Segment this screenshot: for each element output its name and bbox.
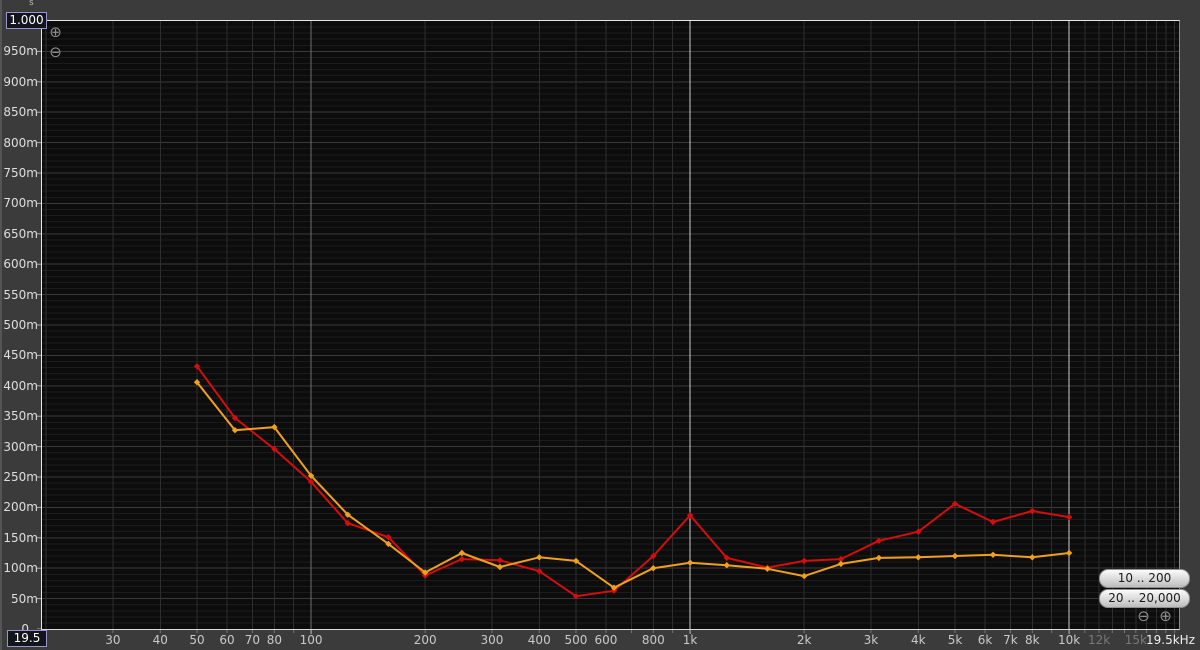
x-tick-label: 70 (245, 633, 260, 647)
x-tick-label: 6k (978, 633, 993, 647)
x-tick-label: 800 (642, 633, 665, 647)
x-tick-label: 80 (267, 633, 282, 647)
zoom-out-icon[interactable]: ⊖ (48, 45, 63, 60)
y-axis-tickmarks (37, 21, 41, 629)
y-axis-max-input[interactable]: 1.000 (6, 12, 47, 29)
x-tick-label: 2k (797, 633, 812, 647)
zoom-in-icon[interactable]: ⊕ (48, 25, 63, 40)
x-tick-label: 60 (219, 633, 234, 647)
x-tick-label: 4k (911, 633, 926, 647)
x-axis-tickmarks (42, 630, 1179, 635)
x-tick-label: 400 (528, 633, 551, 647)
x-tick-label: 3k (864, 633, 879, 647)
x-tick-label: 5k (948, 633, 963, 647)
x-axis-labels: 30 40 50 60 70 80 100 200 300 400 500 600 800 1k 2k 3k 4… (0, 0, 1200, 650)
x-axis-min-input[interactable]: 19.5 (7, 630, 47, 647)
x-tick-label: 300 (480, 633, 503, 647)
x-tick-label: 12k (1088, 633, 1110, 647)
x-tick-label: 600 (595, 633, 618, 647)
x-tick-label: 7k (1003, 633, 1018, 647)
x-tick-label: 500 (565, 633, 588, 647)
x-tick-label: 15k (1125, 633, 1147, 647)
x-tick-label: 40 (153, 633, 168, 647)
audio-analyzer-window: { "header": { "scale_hint": "s" }, "axis… (0, 0, 1200, 650)
range-button-10-200[interactable]: 10 .. 200 (1099, 569, 1190, 588)
x-tick-label: 30 (105, 633, 120, 647)
x-tick-label: 200 (414, 633, 437, 647)
x-tick-label: 8k (1025, 633, 1040, 647)
x-zoom-out-icon[interactable]: ⊖ (1136, 609, 1151, 624)
x-tick-label: 10k (1058, 633, 1080, 647)
x-tick-label: 50 (189, 633, 204, 647)
x-tick-label: 100 (300, 633, 323, 647)
x-zoom-in-icon[interactable]: ⊕ (1158, 609, 1173, 624)
x-tick-label: 1k (683, 633, 698, 647)
range-button-20-20000[interactable]: 20 .. 20,000 (1099, 589, 1190, 608)
x-tick-label: 19.5kHz (1146, 633, 1195, 647)
